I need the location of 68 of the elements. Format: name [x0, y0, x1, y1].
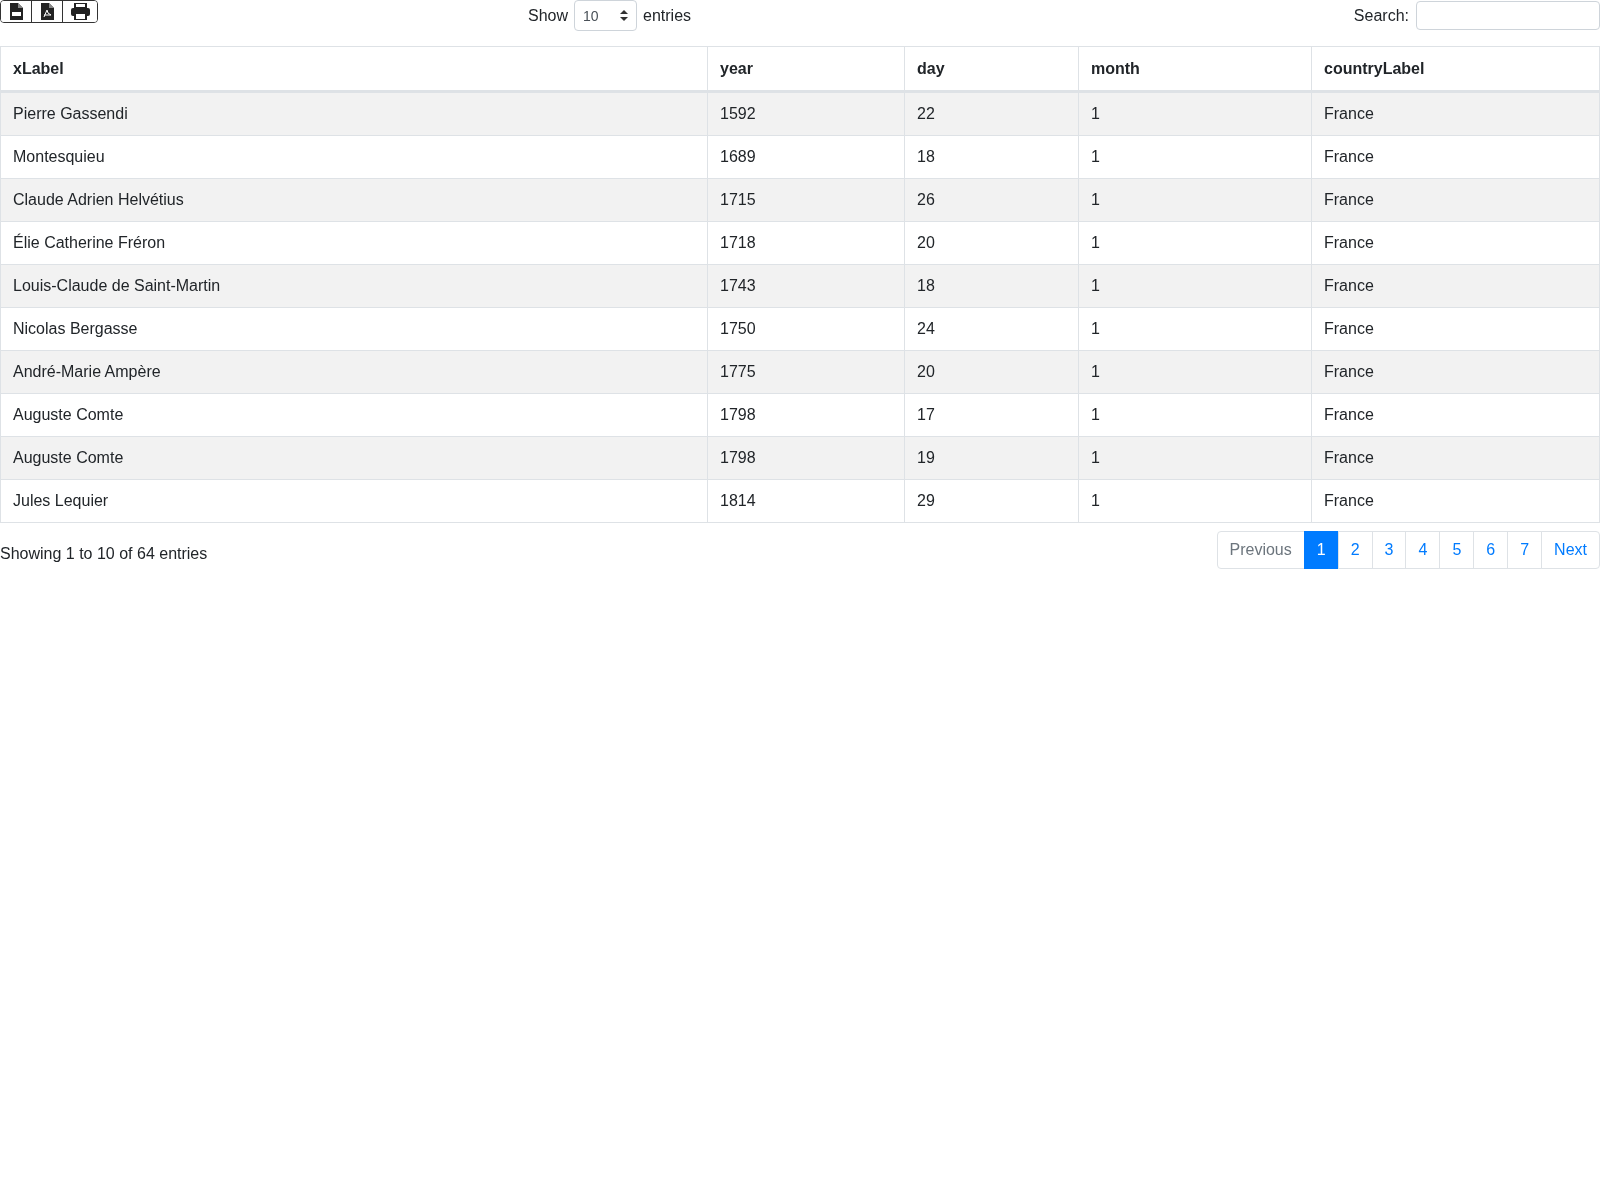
table-cell: 1814 — [707, 479, 905, 523]
table-cell: Auguste Comte — [0, 436, 708, 480]
pagination-button[interactable]: 5 — [1439, 531, 1475, 569]
table-cell: France — [1311, 91, 1600, 136]
table-cell: Nicolas Bergasse — [0, 307, 708, 351]
entries-label: entries — [643, 6, 692, 25]
table-cell: 1798 — [707, 436, 905, 480]
table-cell: 1 — [1078, 479, 1312, 523]
pagination-button[interactable]: 1 — [1303, 531, 1339, 569]
table-cell: 1689 — [707, 135, 905, 179]
table-cell: France — [1311, 393, 1600, 437]
toolbar-button[interactable] — [1, 1, 32, 22]
table-cell: 1743 — [707, 264, 905, 308]
table-cell: Montesquieu — [0, 135, 708, 179]
table-cell: 1 — [1078, 307, 1312, 351]
pagination-button[interactable]: Next — [1541, 531, 1600, 569]
table-cell: France — [1311, 479, 1600, 523]
table-cell: France — [1311, 350, 1600, 394]
table-cell: Élie Catherine Fréron — [0, 221, 708, 265]
table-cell: 1 — [1078, 393, 1312, 437]
table-cell: 1 — [1078, 91, 1312, 136]
table-cell: 1750 — [707, 307, 905, 351]
table-cell: 17 — [904, 393, 1079, 437]
table-cell: André-Marie Ampère — [0, 350, 708, 394]
pdf-file-icon — [40, 3, 54, 20]
show-label: Show — [528, 6, 569, 25]
table-cell: 22 — [904, 91, 1079, 136]
table-cell: 18 — [904, 135, 1079, 179]
table-cell: 1 — [1078, 350, 1312, 394]
pagination-button[interactable]: 6 — [1473, 531, 1509, 569]
table-cell: 1 — [1078, 264, 1312, 308]
table-cell: 1 — [1078, 178, 1312, 222]
table-cell: Jules Lequier — [0, 479, 708, 523]
table-cell: 1715 — [707, 178, 905, 222]
search-field[interactable] — [1416, 1, 1600, 30]
table-cell: 24 — [904, 307, 1079, 351]
table-cell: 1718 — [707, 221, 905, 265]
table-cell: Pierre Gassendi — [0, 91, 708, 136]
printer-icon — [70, 3, 90, 20]
table-cell: 1775 — [707, 350, 905, 394]
table-cell: Auguste Comte — [0, 393, 708, 437]
table-cell: 18 — [904, 264, 1079, 308]
table-cell: France — [1311, 307, 1600, 351]
table-cell: 26 — [904, 178, 1079, 222]
table-cell: 29 — [904, 479, 1079, 523]
search-label: Search: — [1353, 6, 1409, 25]
table-cell: France — [1311, 221, 1600, 265]
table-cell: 1 — [1078, 221, 1312, 265]
entries-select[interactable]: 10 — [574, 0, 638, 31]
pagination-button[interactable]: 2 — [1337, 531, 1373, 569]
table-cell: 1 — [1078, 135, 1312, 179]
file-icon — [9, 3, 23, 20]
table-cell: France — [1311, 178, 1600, 222]
table-info: Showing 1 to 10 of 64 entries — [0, 545, 208, 563]
table-cell: 1 — [1078, 436, 1312, 480]
table-cell: France — [1311, 436, 1600, 480]
table-cell: 20 — [904, 221, 1079, 265]
table-cell: 19 — [904, 436, 1079, 480]
pagination-button[interactable]: 4 — [1405, 531, 1441, 569]
table-cell: France — [1311, 135, 1600, 179]
table-cell: France — [1311, 264, 1600, 308]
table-cell: 1798 — [707, 393, 905, 437]
table-cell: Claude Adrien Helvétius — [0, 178, 708, 222]
table-cell: Louis-Claude de Saint-Martin — [0, 264, 708, 308]
sort-caret-icon — [620, 10, 629, 21]
table-cell: 1592 — [707, 91, 905, 136]
pagination-button[interactable]: 7 — [1507, 531, 1543, 569]
table-cell: 20 — [904, 350, 1079, 394]
